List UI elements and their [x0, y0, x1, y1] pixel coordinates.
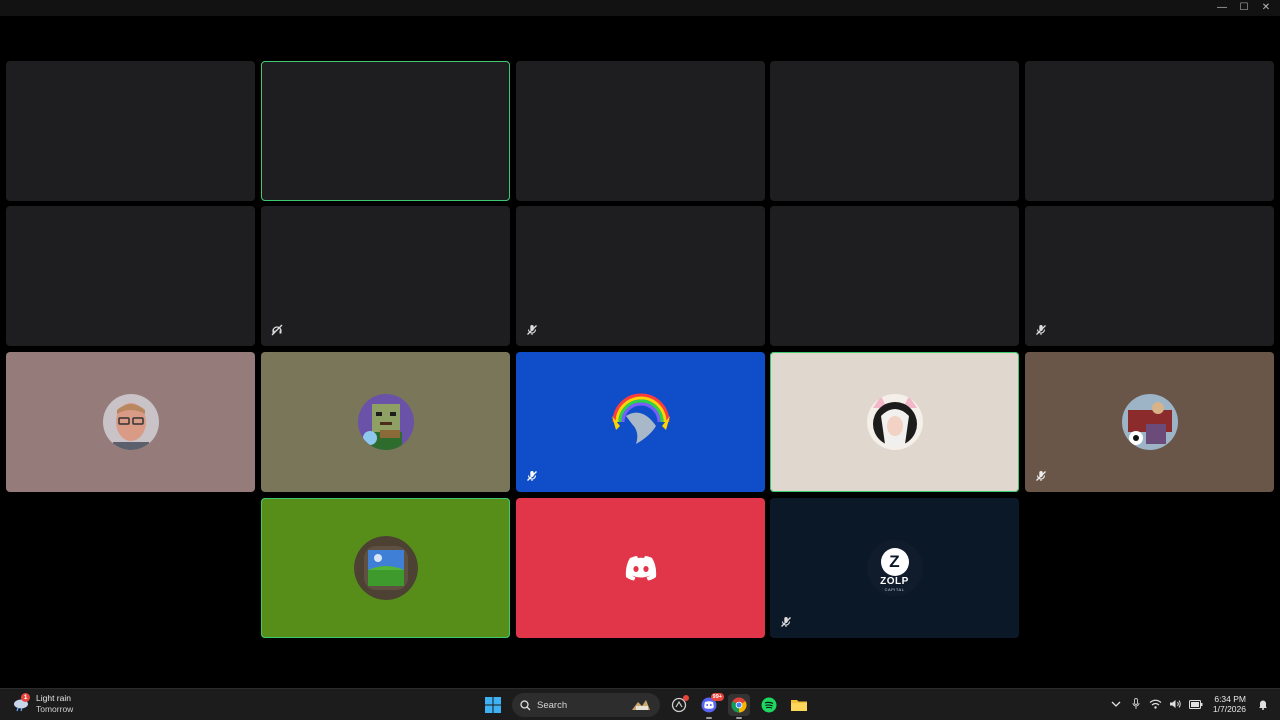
clock-time: 6:34 PM: [1214, 693, 1246, 704]
close-button[interactable]: ✕: [1260, 2, 1272, 14]
participant-tile-1[interactable]: [6, 61, 255, 201]
mic-off-icon: [1033, 468, 1049, 484]
battery-icon[interactable]: [1188, 693, 1203, 715]
zolp-name: ZOLP: [880, 576, 909, 587]
participant-tile-17[interactable]: [516, 498, 765, 638]
mic-off-icon: [778, 614, 794, 630]
participant-tile-11[interactable]: [6, 352, 255, 492]
participant-tile-9[interactable]: [770, 206, 1019, 346]
participant-tile-4[interactable]: [770, 61, 1019, 201]
mic-off-icon: [524, 468, 540, 484]
chrome-icon[interactable]: [728, 694, 750, 719]
deafened-icon: [269, 322, 285, 338]
system-tray: 6:34 PM 1/7/2026: [1109, 693, 1270, 715]
participant-tile-16[interactable]: [261, 498, 510, 638]
taskbar-search[interactable]: Search: [512, 693, 660, 717]
wifi-icon[interactable]: [1149, 693, 1163, 715]
notification-dot: [683, 695, 689, 701]
volume-icon[interactable]: [1169, 693, 1183, 715]
discord-badge: 99+: [710, 693, 724, 701]
avatar: [353, 536, 418, 600]
participant-tile-7[interactable]: [261, 206, 510, 346]
participant-tile-15[interactable]: [1025, 352, 1274, 492]
avatar: [606, 392, 676, 452]
minimize-button[interactable]: —: [1216, 2, 1228, 14]
participant-tile-14[interactable]: [770, 352, 1019, 492]
notifications-bell-icon[interactable]: [1256, 693, 1270, 715]
avatar: [866, 394, 923, 450]
avatar: [357, 394, 414, 450]
avatar: [1121, 394, 1178, 450]
weather-alert-badge: 1: [21, 692, 30, 702]
participant-tile-13[interactable]: [516, 352, 765, 492]
voice-call-grid: Z ZOLP CAPITAL: [0, 16, 1280, 688]
chevron-up-icon[interactable]: [1109, 693, 1123, 715]
file-explorer-icon[interactable]: [788, 694, 810, 716]
discord-app-icon[interactable]: 99+: [698, 693, 724, 719]
participant-tile-10[interactable]: [1025, 206, 1274, 346]
maximize-button[interactable]: ☐: [1238, 2, 1250, 14]
avatar: [102, 394, 159, 450]
zolp-sub: CAPITAL: [884, 587, 905, 592]
start-icon[interactable]: [482, 694, 504, 716]
window-titlebar: — ☐ ✕: [0, 0, 1280, 16]
spotify-icon[interactable]: [758, 694, 780, 716]
participant-tile-3[interactable]: [516, 61, 765, 201]
zolp-logo: Z ZOLP CAPITAL: [866, 540, 923, 596]
clock-date: 1/7/2026: [1212, 704, 1246, 714]
participant-tile-12[interactable]: [261, 352, 510, 492]
discord-icon: [624, 555, 658, 581]
mic-off-icon: [524, 322, 540, 338]
search-label: Search: [537, 699, 568, 711]
weather-icon: 1: [12, 692, 30, 713]
search-icon: [520, 699, 531, 710]
participant-tile-2[interactable]: [261, 61, 510, 201]
system-clock[interactable]: 6:34 PM 1/7/2026: [1213, 694, 1246, 715]
window-controls: — ☐ ✕: [1216, 2, 1272, 14]
zolp-letter: Z: [880, 548, 909, 576]
copilot-icon[interactable]: [668, 694, 690, 716]
participant-tile-8[interactable]: [516, 206, 765, 346]
weather-widget[interactable]: 1 Light rain Tomorrow: [12, 692, 74, 714]
participant-tile-6[interactable]: [6, 206, 255, 346]
taskbar: 1 Light rain Tomorrow Search 99+ 6:34 PM…: [0, 688, 1280, 720]
participant-tile-5[interactable]: [1025, 61, 1274, 201]
weather-condition: Light rain: [36, 693, 71, 703]
participant-tile-18[interactable]: Z ZOLP CAPITAL: [770, 498, 1019, 638]
search-highlight-icon: [632, 700, 650, 710]
weather-subtitle: Tomorrow: [36, 703, 74, 714]
microphone-icon[interactable]: [1129, 693, 1143, 715]
mic-off-icon: [1033, 322, 1049, 338]
